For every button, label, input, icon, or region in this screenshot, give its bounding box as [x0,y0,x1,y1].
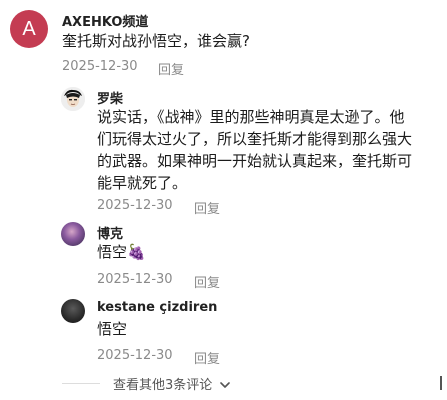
avatar[interactable]: A [10,10,48,48]
view-more-replies-button[interactable]: 查看其他3条评论 [113,374,231,393]
scroll-edge-marker [440,376,442,390]
reply-text-content: 悟空 [97,243,128,261]
divider [62,383,100,384]
reply-button[interactable]: 回复 [194,198,220,217]
comment-text: 奎托斯对战孙悟空，谁会赢? [62,32,250,50]
reply-date: 2025-12-30 [97,272,173,287]
reply-button[interactable]: 回复 [158,59,184,78]
chevron-down-icon [220,382,231,388]
comment-date: 2025-12-30 [62,59,138,74]
reply-avatar[interactable] [61,222,85,246]
reply-username[interactable]: 博克 [97,223,123,242]
reply-text-line: 说实话，《战神》里的那些神明真是太逊了。他 [97,108,405,126]
face-icon [61,87,85,111]
comment-username[interactable]: AXEHKO频道 [62,11,148,30]
reply-text-line: 的武器。如果神明一开始就认真起来，奎托斯可 [97,152,413,170]
reply-text: 悟空🍇 [97,241,146,263]
reply-text-line: 能早就死了。 [97,174,188,192]
grapes-emoji: 🍇 [127,243,146,261]
reply-date: 2025-12-30 [97,348,173,363]
reply-text: 说实话，《战神》里的那些神明真是太逊了。他 们玩得太过火了，所以奎托斯才能得到那… [97,106,412,194]
reply-button[interactable]: 回复 [194,348,220,367]
reply-text: 悟空 [97,320,128,338]
view-more-label: 查看其他3条评论 [113,378,213,393]
reply-text-line: 们玩得太过火了，所以奎托斯才能得到那么强大 [97,130,413,148]
avatar-letter: A [22,17,36,40]
reply-button[interactable]: 回复 [194,272,220,291]
reply-avatar[interactable] [61,87,85,111]
reply-username[interactable]: kestane çizdiren [97,300,217,315]
reply-date: 2025-12-30 [97,198,173,213]
reply-username[interactable]: 罗柴 [97,88,123,107]
reply-avatar[interactable] [61,299,85,323]
